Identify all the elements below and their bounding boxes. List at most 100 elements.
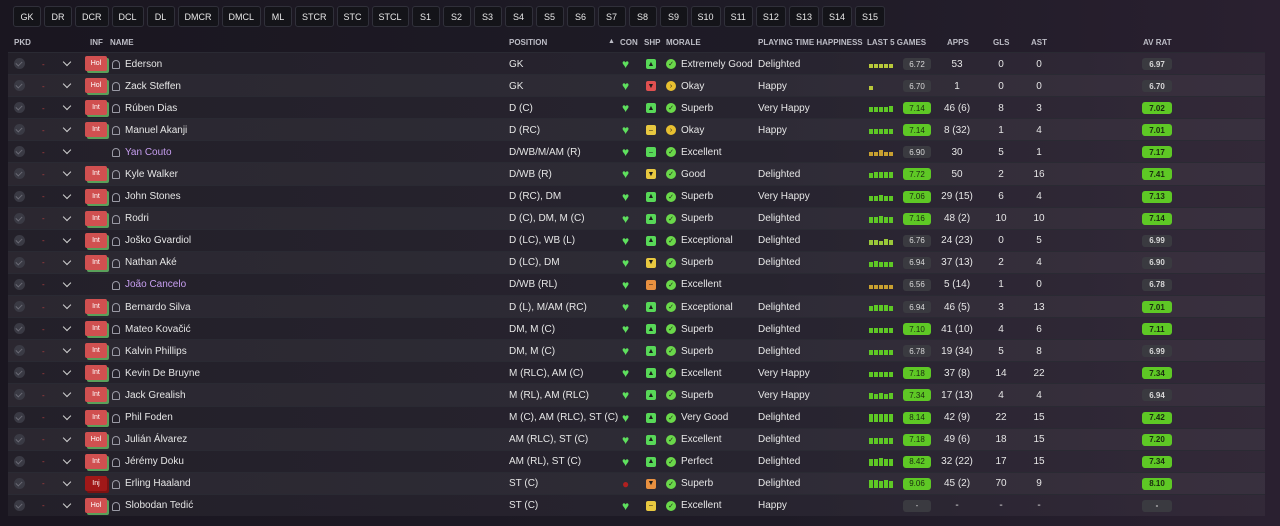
table-row[interactable]: - Int Kevin De Bruyne M (RLC), AM (C) ♥ ▲ ✓ Exc… [8, 361, 1265, 384]
position-filter-button[interactable]: S14 [821, 6, 852, 27]
player-name-link[interactable]: Nathan Aké [125, 252, 177, 274]
table-row[interactable]: - Int Kyle Walker D/WB (R) ♥ ▼ ✓ Good Delighted 7… [8, 162, 1265, 185]
row-chevron-down-icon[interactable] [62, 407, 74, 429]
row-chevron-down-icon[interactable] [62, 451, 74, 473]
picked-checkbox[interactable] [14, 190, 25, 202]
position-filter-button[interactable]: S13 [788, 6, 819, 27]
row-chevron-down-icon[interactable] [62, 53, 74, 75]
picked-checkbox[interactable] [14, 411, 25, 423]
position-filter-button[interactable]: S5 [535, 6, 564, 27]
picked-checkbox[interactable] [14, 301, 25, 313]
picked-checkbox[interactable] [14, 146, 25, 158]
header-av-rat[interactable]: AV RAT [1143, 38, 1172, 47]
table-row[interactable]: - João Cancelo D/WB (RL) ♥ – ✓ Excellent 6.56 5 … [8, 272, 1265, 296]
position-filter-button[interactable]: DCR [75, 6, 109, 27]
table-row[interactable]: - Int Phil Foden M (C), AM (RLC), ST (C) ♥ ▲ ✓… [8, 405, 1265, 429]
player-name-link[interactable]: Mateo Kovačić [125, 318, 191, 340]
header-con[interactable]: CON [620, 38, 638, 47]
header-name[interactable]: NAME [110, 38, 134, 47]
row-chevron-down-icon[interactable] [62, 230, 74, 252]
player-name-link[interactable]: Ederson [125, 53, 162, 75]
position-filter-button[interactable]: S7 [597, 6, 626, 27]
player-name-link[interactable]: Slobodan Tedić [125, 495, 193, 517]
row-chevron-down-icon[interactable] [62, 384, 74, 406]
table-row[interactable]: - Int John Stones D (RC), DM ♥ ▲ ✓ Superb Very H… [8, 184, 1265, 208]
player-name-link[interactable]: João Cancelo [125, 274, 186, 296]
position-filter-button[interactable]: DMCL [221, 6, 262, 27]
picked-checkbox[interactable] [14, 389, 25, 401]
table-row[interactable]: - Int Joško Gvardiol D (LC), WB (L) ♥ ▲ ✓ Excep… [8, 228, 1265, 252]
picked-checkbox[interactable] [14, 323, 25, 335]
table-row[interactable]: - Int Mateo Kovačić DM, M (C) ♥ ▲ ✓ Superb Delig… [8, 317, 1265, 340]
position-filter-button[interactable]: STCL [371, 6, 409, 27]
table-row[interactable]: - Inj Erling Haaland ST (C) ● ▼ ✓ Superb Delight… [8, 471, 1265, 495]
header-inf[interactable]: INF [90, 38, 103, 47]
row-chevron-down-icon[interactable] [62, 141, 74, 163]
position-filter-button[interactable]: S15 [854, 6, 885, 27]
position-filter-button[interactable]: GK [13, 6, 41, 27]
picked-checkbox[interactable] [14, 477, 25, 489]
player-name-link[interactable]: Julián Álvarez [125, 429, 187, 451]
picked-checkbox[interactable] [14, 367, 25, 379]
picked-checkbox[interactable] [14, 212, 25, 224]
row-chevron-down-icon[interactable] [62, 274, 74, 296]
picked-checkbox[interactable] [14, 499, 25, 511]
picked-checkbox[interactable] [14, 256, 25, 268]
position-filter-button[interactable]: S9 [659, 6, 688, 27]
player-name-link[interactable]: Phil Foden [125, 407, 173, 429]
header-playing-time-happiness[interactable]: PLAYING TIME HAPPINESS [758, 38, 863, 47]
player-name-link[interactable]: John Stones [125, 186, 181, 208]
table-row[interactable]: - Int Rodri D (C), DM, M (C) ♥ ▲ ✓ Superb Deligh… [8, 206, 1265, 230]
position-filter-button[interactable]: DL [146, 6, 175, 27]
table-row[interactable]: - Int Kalvin Phillips DM, M (C) ♥ ▲ ✓ Superb Del… [8, 339, 1265, 362]
row-chevron-down-icon[interactable] [62, 119, 74, 141]
header-shp[interactable]: SHP [644, 38, 660, 47]
table-row[interactable]: - Int Jérémy Doku AM (RL), ST (C) ♥ ▲ ✓ Perfect… [8, 449, 1265, 473]
position-filter-button[interactable]: S12 [755, 6, 786, 27]
table-row[interactable]: - Int Jack Grealish M (RL), AM (RLC) ♥ ▲ ✓ Supe… [8, 383, 1265, 406]
row-chevron-down-icon[interactable] [62, 473, 74, 495]
picked-checkbox[interactable] [14, 80, 25, 92]
position-filter-button[interactable]: ML [264, 6, 293, 27]
player-name-link[interactable]: Kalvin Phillips [125, 340, 187, 362]
position-filter-button[interactable]: S10 [690, 6, 721, 27]
position-filter-button[interactable]: S8 [628, 6, 657, 27]
picked-checkbox[interactable] [14, 102, 25, 114]
picked-checkbox[interactable] [14, 455, 25, 467]
position-filter-button[interactable]: S3 [473, 6, 502, 27]
player-name-link[interactable]: Kevin De Bruyne [125, 362, 200, 384]
position-filter-button[interactable]: S6 [566, 6, 595, 27]
row-chevron-down-icon[interactable] [62, 296, 74, 318]
position-filter-button[interactable]: DMCR [177, 6, 219, 27]
row-chevron-down-icon[interactable] [62, 318, 74, 340]
table-row[interactable]: - Hol Slobodan Tedić ST (C) ♥ – ✓ Excellent Happ… [8, 493, 1265, 517]
header-last-5-games[interactable]: LAST 5 GAMES [867, 38, 926, 47]
table-row[interactable]: - Int Nathan Aké D (LC), DM ♥ ▼ ✓ Superb Delight… [8, 250, 1265, 274]
header-morale[interactable]: MORALE [666, 38, 701, 47]
player-name-link[interactable]: Kyle Walker [125, 163, 178, 185]
row-chevron-down-icon[interactable] [62, 75, 74, 97]
picked-checkbox[interactable] [14, 234, 25, 246]
player-name-link[interactable]: Jack Grealish [125, 384, 186, 406]
table-row[interactable]: - Hol Zack Steffen GK ♥ ▼ › Okay Happy 6.70 1 0 0 6.7… [8, 74, 1265, 97]
player-name-link[interactable]: Rúben Dias [125, 97, 177, 119]
position-filter-button[interactable]: DR [44, 6, 72, 27]
row-chevron-down-icon[interactable] [62, 163, 74, 185]
header-pkd[interactable]: PKD [14, 38, 31, 47]
player-name-link[interactable]: Yan Couto [125, 141, 172, 163]
player-name-link[interactable]: Rodri [125, 208, 149, 230]
picked-checkbox[interactable] [14, 278, 25, 290]
table-row[interactable]: - Int Bernardo Silva D (L), M/AM (RC) ♥ ▲ ✓ Exc… [8, 295, 1265, 318]
player-name-link[interactable]: Erling Haaland [125, 473, 191, 495]
row-chevron-down-icon[interactable] [62, 362, 74, 384]
row-chevron-down-icon[interactable] [62, 252, 74, 274]
row-chevron-down-icon[interactable] [62, 340, 74, 362]
row-chevron-down-icon[interactable] [62, 495, 74, 517]
player-name-link[interactable]: Zack Steffen [125, 75, 181, 97]
table-row[interactable]: - Hol Julián Álvarez AM (RLC), ST (C) ♥ ▲ ✓ Exc… [8, 427, 1265, 451]
picked-checkbox[interactable] [14, 345, 25, 357]
player-name-link[interactable]: Bernardo Silva [125, 296, 191, 318]
position-filter-button[interactable]: S1 [411, 6, 440, 27]
position-filter-button[interactable]: STC [336, 6, 369, 27]
header-gls[interactable]: GLS [993, 38, 1009, 47]
